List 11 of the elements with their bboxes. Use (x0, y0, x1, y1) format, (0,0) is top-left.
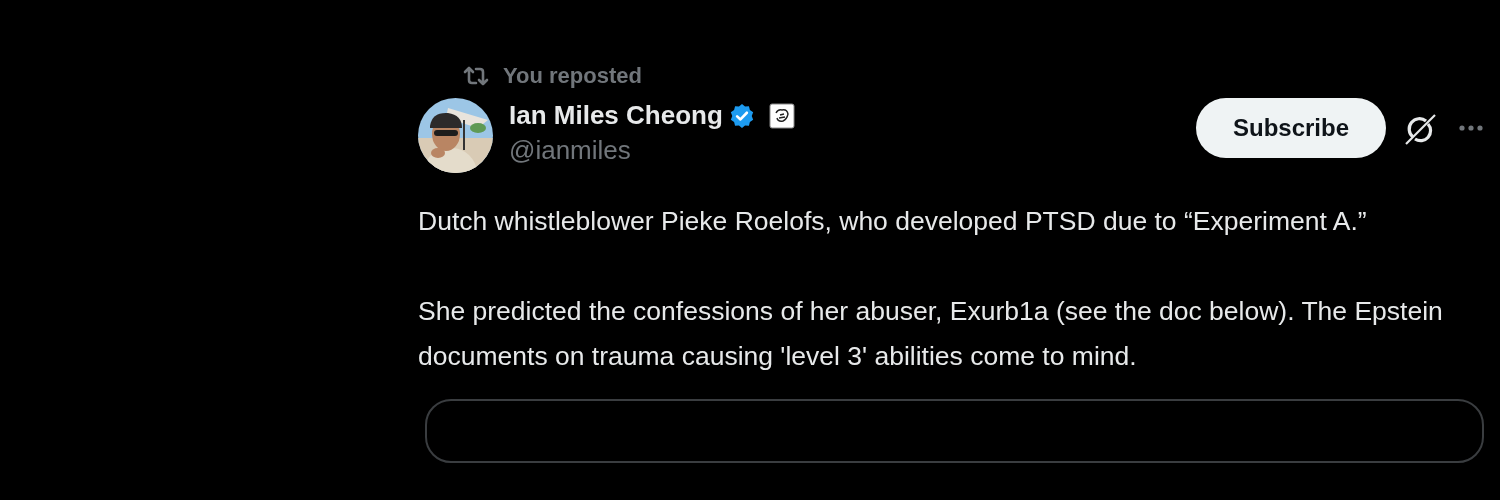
subscribe-button[interactable]: Subscribe (1196, 98, 1386, 158)
post-text: She predicted the confessions of her abuser, Exurb1a (see the doc below). The Epstein documents on trauma causing 'level 3' abilities come to mind. (418, 295, 1444, 373)
post-text: Dutch whistleblower Pieke Roelofs, who developed PTSD due to “Experiment A.” (418, 205, 1368, 238)
more-icon[interactable] (1458, 124, 1484, 132)
repost-icon (463, 65, 489, 87)
grok-icon[interactable] (1404, 113, 1436, 145)
verified-badge-icon (728, 102, 755, 129)
repost-label: You reposted (503, 63, 642, 89)
author-handle[interactable]: @ianmiles (509, 135, 795, 166)
affiliate-badge-icon (768, 102, 795, 129)
author-name[interactable]: Ian Miles Cheong (509, 100, 723, 131)
